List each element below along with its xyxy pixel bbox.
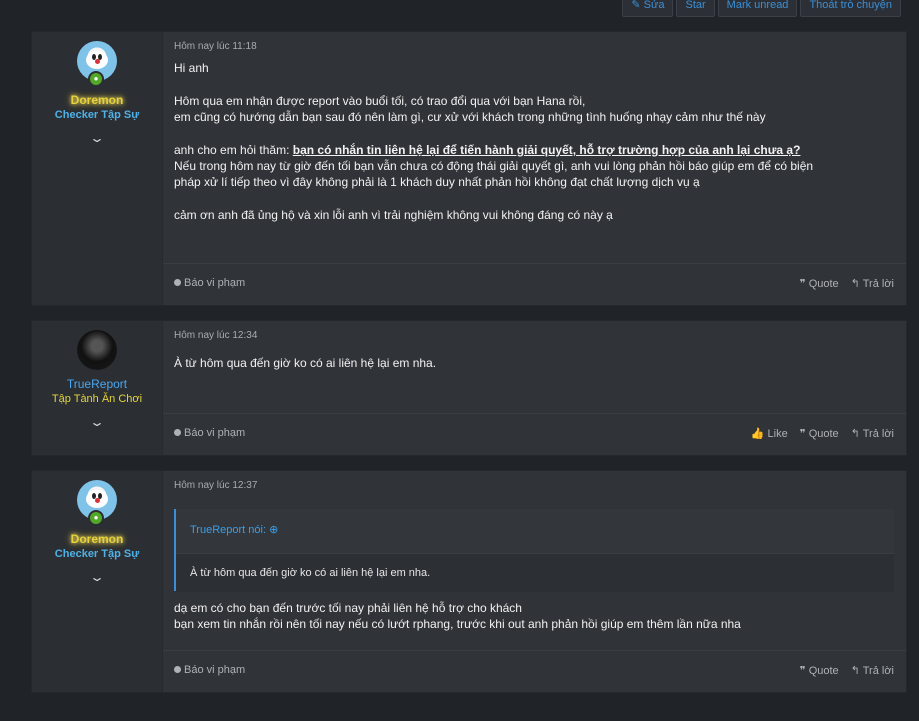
message-line: em cũng có hướng dẫn bạn sau đó nên làm … (174, 110, 766, 124)
chevron-down-icon[interactable]: ⌄ (89, 415, 105, 429)
edit-button[interactable]: ✎ Sửa (622, 0, 674, 17)
message-actions: ❞ Quote ↰ Trả lời (800, 664, 894, 677)
message-content: À từ hôm qua đến giờ ko có ai liên hệ lạ… (174, 355, 892, 371)
avatar-face (86, 51, 108, 69)
username[interactable]: Doremon (32, 532, 162, 546)
report-label: Báo vi phạm (184, 427, 246, 439)
message-text: anh cho em hỏi thăm: (174, 143, 293, 157)
report-link[interactable]: Báo vi phạm (174, 277, 245, 289)
quote-button[interactable]: ❞ Quote (800, 664, 839, 677)
message-body: Hôm nay lúc 11:18 Hi anh Hôm qua em nhận… (162, 32, 906, 305)
report-icon (174, 429, 181, 436)
online-badge-icon: ● (88, 510, 104, 526)
message-footer: Báo vi phạm ❞ Quote ↰ Trả lời (163, 650, 906, 692)
avatar-face (86, 490, 108, 508)
message-timestamp[interactable]: Hôm nay lúc 12:37 (174, 480, 257, 491)
message-content: dạ em có cho bạn đến trước tối nay phải … (174, 600, 892, 632)
username[interactable]: Doremon (32, 93, 162, 107)
mark-unread-button[interactable]: Mark unread (717, 0, 798, 17)
message-line: Nếu trong hôm nay từ giờ đến tối bạn vẫn… (174, 159, 814, 173)
reply-button[interactable]: ↰ Trả lời (851, 664, 894, 677)
message-post: ● Doremon Checker Tập Sự ⌄ Hôm nay lúc 1… (31, 470, 907, 693)
chevron-down-icon[interactable]: ⌄ (89, 570, 105, 584)
quote-button[interactable]: ❞ Quote (800, 277, 839, 290)
message-body: Hôm nay lúc 12:37 TrueReport nói: ⊕ À từ… (162, 471, 906, 692)
quote-text: À từ hôm qua đến giờ ko có ai liên hệ lạ… (190, 567, 431, 579)
avatar[interactable] (77, 330, 117, 370)
message-line: anh cho em hỏi thăm: bạn có nhắn tin liê… (174, 142, 892, 158)
message-line: À từ hôm qua đến giờ ko có ai liên hệ lạ… (174, 356, 437, 370)
quote-button[interactable]: ❞ Quote (800, 427, 839, 440)
like-button[interactable]: 👍 Like (751, 427, 788, 440)
avatar-nose (95, 59, 100, 64)
user-title: Tập Tành Ăn Chơi (51, 393, 143, 405)
report-link[interactable]: Báo vi phạm (174, 664, 245, 676)
report-icon (174, 666, 181, 673)
report-icon (174, 279, 181, 286)
report-label: Báo vi phạm (184, 664, 246, 676)
message-line: dạ em có cho bạn đến trước tối nay phải … (174, 601, 522, 615)
message-footer: Báo vi phạm ❞ Quote ↰ Trả lời (163, 263, 906, 305)
message-line: Hi anh (174, 61, 209, 75)
quote-author-link[interactable]: TrueReport nói: ⊕ (190, 523, 278, 536)
message-user-panel: ● Doremon Checker Tập Sự ⌄ (32, 32, 162, 305)
quote-content: À từ hôm qua đến giờ ko có ai liên hệ lạ… (176, 553, 894, 592)
report-link[interactable]: Báo vi phạm (174, 427, 245, 439)
message-timestamp[interactable]: Hôm nay lúc 12:34 (174, 330, 257, 341)
chevron-down-icon[interactable]: ⌄ (89, 131, 105, 145)
message-post: ● Doremon Checker Tập Sự ⌄ Hôm nay lúc 1… (31, 31, 907, 306)
message-line: bạn xem tin nhắn rồi nên tối nay nếu có … (174, 617, 741, 631)
user-title: Checker Tập Sự (54, 109, 140, 121)
avatar-nose (95, 498, 100, 503)
message-line: cảm ơn anh đã ủng hộ và xin lỗi anh vì t… (174, 208, 613, 222)
message-actions: 👍 Like ❞ Quote ↰ Trả lời (751, 427, 894, 440)
leave-conversation-button[interactable]: Thoát trò chuyện (800, 0, 901, 17)
user-title: Checker Tập Sự (54, 548, 140, 560)
conversation-toolbar: ✎ Sửa Star Mark unread Thoát trò chuyện (622, 0, 901, 17)
message-line: Hôm qua em nhận được report vào buổi tối… (174, 94, 586, 108)
message-footer: Báo vi phạm 👍 Like ❞ Quote ↰ Trả lời (163, 413, 906, 455)
highlighted-question: bạn có nhắn tin liên hệ lại để tiến hành… (292, 143, 801, 157)
message-line: pháp xử lí tiếp theo vì đây không phải l… (174, 175, 700, 189)
message-body: Hôm nay lúc 12:34 À từ hôm qua đến giờ k… (162, 321, 906, 455)
message-user-panel: TrueReport Tập Tành Ăn Chơi ⌄ (32, 321, 162, 455)
message-post: TrueReport Tập Tành Ăn Chơi ⌄ Hôm nay lú… (31, 320, 907, 456)
online-badge-icon: ● (88, 71, 104, 87)
report-label: Báo vi phạm (184, 277, 246, 289)
message-actions: ❞ Quote ↰ Trả lời (800, 277, 894, 290)
avatar[interactable]: ● (77, 41, 117, 87)
avatar[interactable]: ● (77, 480, 117, 526)
message-content: Hi anh Hôm qua em nhận được report vào b… (174, 60, 892, 223)
username[interactable]: TrueReport (32, 377, 162, 391)
message-user-panel: ● Doremon Checker Tập Sự ⌄ (32, 471, 162, 692)
message-timestamp[interactable]: Hôm nay lúc 11:18 (174, 41, 257, 52)
star-button[interactable]: Star (676, 0, 715, 17)
reply-button[interactable]: ↰ Trả lời (851, 277, 894, 290)
reply-button[interactable]: ↰ Trả lời (851, 427, 894, 440)
quote-block: TrueReport nói: ⊕ À từ hôm qua đến giờ k… (174, 509, 894, 592)
